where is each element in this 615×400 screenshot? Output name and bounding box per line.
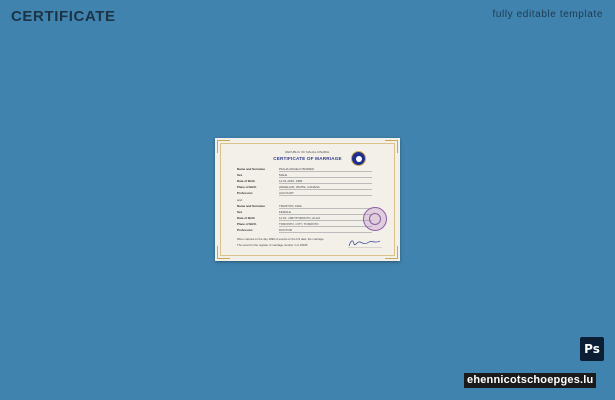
field-value: ACCOUNT [279, 191, 372, 196]
groom-row: Sex MALE [237, 173, 372, 178]
field-label: Sex [237, 210, 243, 214]
field-value: TRANTON, FEIA [279, 204, 372, 209]
field-label: Name and Surname [237, 204, 266, 208]
field-label: Name and Surname [237, 167, 266, 171]
certificate-title: CERTIFICATE OF MARRIAGE [273, 156, 342, 161]
field-value: PALHA ANGELO BOWER [279, 167, 372, 172]
stamp-seal-icon [363, 207, 387, 231]
bride-row: Date of Birth 12.01. 1997/TORONTO, ALLIA [237, 216, 372, 221]
watermark-label: ehennicotschoepges.lu [464, 373, 597, 388]
groom-row: Date of Birth 12.01.2010. 1982 [237, 179, 372, 184]
emblem-icon [351, 151, 366, 166]
groom-row: Place of Birth ANGELIAN, WHITE, CANADA [237, 185, 372, 190]
corner-ornament-icon [385, 246, 398, 259]
certificate-state-line: REPUBLIC OF MAHAL KINABAL [285, 150, 330, 154]
field-value: MALE [279, 173, 372, 178]
bride-row: Name and Surname TRANTON, FEIA [237, 204, 372, 209]
field-label: Profession [237, 228, 253, 232]
field-value: 12.01. 1997/TORONTO, ALLIA [279, 216, 372, 221]
groom-row: Profession ACCOUNT [237, 191, 372, 196]
signature-icon [348, 240, 382, 248]
certificate-preview[interactable]: REPUBLIC OF MAHAL KINABAL CERTIFICATE OF… [215, 138, 400, 261]
bride-row: Place of Birth TORONTO, CITY, TORONTO [237, 222, 372, 227]
field-value: FEMALE [279, 210, 372, 215]
bride-row: Profession DOCTOR [237, 228, 372, 233]
field-label: Profession [237, 191, 253, 195]
field-label: Date of Birth [237, 179, 255, 183]
field-label: Sex [237, 173, 243, 177]
corner-ornament-icon [217, 246, 230, 259]
photoshop-icon: Ps [580, 337, 604, 361]
field-value: ANGELIAN, WHITE, CANADA [279, 185, 372, 190]
template-subtitle: fully editable template [492, 9, 603, 20]
groom-row: Name and Surname PALHA ANGELO BOWER [237, 167, 372, 172]
field-value: 12.01.2010. 1982 [279, 179, 372, 184]
bride-section-label: and [237, 198, 243, 202]
field-label: Date of Birth [237, 216, 255, 220]
field-label: Place of Birth [237, 185, 257, 189]
field-value: TORONTO, CITY, TORONTO [279, 222, 372, 227]
bride-row: Sex FEMALE [237, 210, 372, 215]
field-label: Place of Birth [237, 222, 257, 226]
page-title: CERTIFICATE [11, 8, 116, 25]
field-value: DOCTOR [279, 228, 372, 233]
